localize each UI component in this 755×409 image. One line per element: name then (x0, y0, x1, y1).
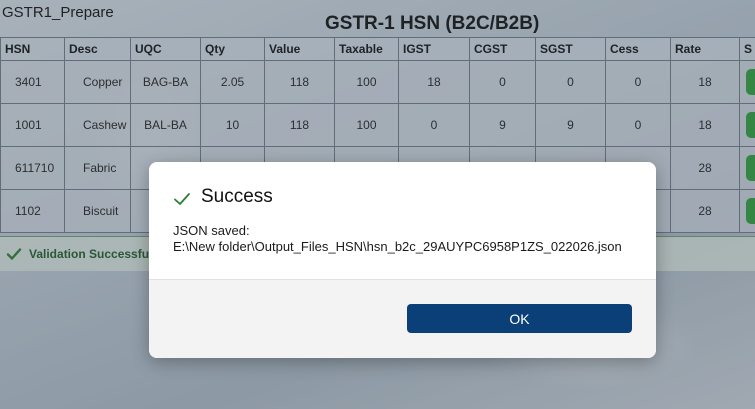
checkmark-icon (174, 193, 190, 205)
ok-button[interactable]: OK (407, 304, 632, 333)
dialog-title: Success (201, 186, 273, 207)
dialog-message-line: JSON saved: (173, 223, 250, 238)
dialog-message: JSON saved: E:\New folder\Output_Files_H… (173, 223, 622, 255)
success-dialog: Success JSON saved: E:\New folder\Output… (149, 162, 656, 358)
dialog-footer: OK (149, 279, 656, 358)
dialog-message-path: E:\New folder\Output_Files_HSN\hsn_b2c_2… (173, 239, 622, 254)
